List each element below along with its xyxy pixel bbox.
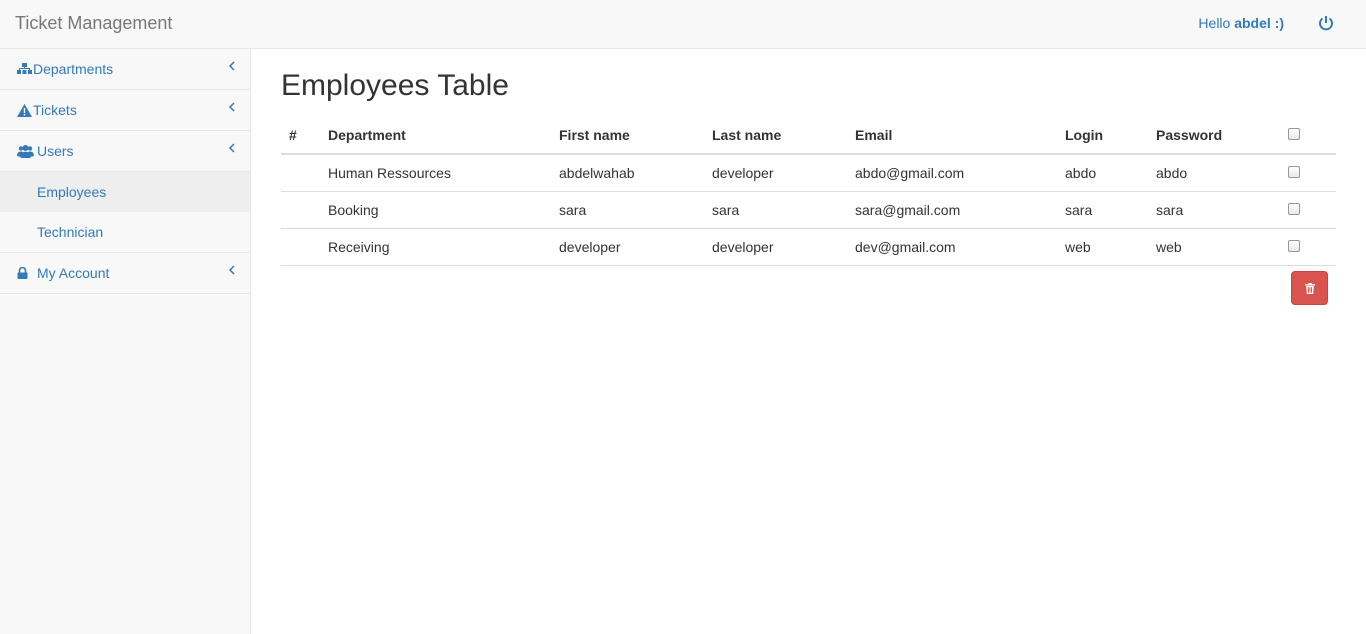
table-header-row: # Department First name Last name Email … <box>281 116 1336 155</box>
column-header-email: Email <box>847 116 1057 155</box>
sidebar-item-tickets[interactable]: Tickets <box>0 90 250 131</box>
delete-button[interactable] <box>1291 271 1328 305</box>
greeting-prefix: Hello <box>1198 15 1235 31</box>
cell-email: sara@gmail.com <box>847 191 1057 229</box>
chevron-left-icon <box>228 143 235 153</box>
cell-last-name: developer <box>704 228 847 266</box>
cell-department: Booking <box>320 191 551 229</box>
cell-email: abdo@gmail.com <box>847 154 1057 192</box>
row-checkbox[interactable] <box>1288 165 1300 178</box>
top-navbar: Ticket Management Hello abdel :) <box>0 0 1366 49</box>
main-content: Employees Table # Department First name … <box>281 49 1336 305</box>
sidebar-item-label: My Account <box>37 265 110 281</box>
cell-password: abdo <box>1148 154 1280 192</box>
column-header-department: Department <box>320 116 551 155</box>
cell-department: Human Ressources <box>320 154 551 192</box>
cell-select <box>1280 191 1336 229</box>
cell-last-name: sara <box>704 191 847 229</box>
column-header-number: # <box>281 116 320 155</box>
column-header-password: Password <box>1148 116 1280 155</box>
users-submenu: Employees Technician <box>0 172 250 253</box>
cell-select <box>1280 154 1336 192</box>
cell-last-name: developer <box>704 154 847 192</box>
column-header-last-name: Last name <box>704 116 847 155</box>
table-row: Receiving developer developer dev@gmail.… <box>281 228 1336 266</box>
column-header-select <box>1280 116 1336 155</box>
cell-login: sara <box>1057 191 1148 229</box>
trash-icon <box>1304 282 1315 294</box>
cell-department: Receiving <box>320 228 551 266</box>
lock-icon <box>17 266 37 280</box>
sidebar-item-my-account[interactable]: My Account <box>0 253 250 294</box>
table-row: Human Ressources abdelwahab developer ab… <box>281 154 1336 192</box>
row-checkbox[interactable] <box>1288 202 1300 215</box>
row-checkbox[interactable] <box>1288 239 1300 252</box>
users-icon <box>17 144 37 158</box>
sidebar-item-label: Departments <box>33 61 114 77</box>
chevron-left-icon <box>228 265 235 275</box>
sidebar-item-employees[interactable]: Employees <box>0 172 250 212</box>
column-header-login: Login <box>1057 116 1148 155</box>
table-row: Booking sara sara sara@gmail.com sara sa… <box>281 191 1336 229</box>
power-icon[interactable] <box>1318 14 1334 32</box>
sidebar-item-label: Users <box>37 143 74 159</box>
cell-first-name: sara <box>551 191 704 229</box>
cell-number <box>281 154 320 192</box>
warning-icon <box>17 103 33 117</box>
cell-password: web <box>1148 228 1280 266</box>
employees-table: # Department First name Last name Email … <box>281 116 1336 266</box>
cell-number <box>281 191 320 229</box>
sidebar: Departments Tickets Users Employees Tech… <box>0 49 251 634</box>
cell-login: abdo <box>1057 154 1148 192</box>
sidebar-item-departments[interactable]: Departments <box>0 49 250 90</box>
sidebar-item-users[interactable]: Users <box>0 131 250 172</box>
username: abdel :) <box>1234 15 1284 31</box>
page-title: Employees Table <box>281 69 509 102</box>
cell-number <box>281 228 320 266</box>
user-greeting[interactable]: Hello abdel :) <box>1198 15 1284 31</box>
column-header-first-name: First name <box>551 116 704 155</box>
sitemap-icon <box>17 62 33 76</box>
cell-select <box>1280 228 1336 266</box>
cell-login: web <box>1057 228 1148 266</box>
cell-email: dev@gmail.com <box>847 228 1057 266</box>
select-all-checkbox[interactable] <box>1288 127 1300 140</box>
brand-title[interactable]: Ticket Management <box>15 13 172 34</box>
chevron-left-icon <box>228 102 235 112</box>
cell-first-name: abdelwahab <box>551 154 704 192</box>
sidebar-item-technician[interactable]: Technician <box>0 212 250 252</box>
chevron-left-icon <box>228 61 235 71</box>
sidebar-item-label: Tickets <box>33 102 77 118</box>
cell-first-name: developer <box>551 228 704 266</box>
cell-password: sara <box>1148 191 1280 229</box>
